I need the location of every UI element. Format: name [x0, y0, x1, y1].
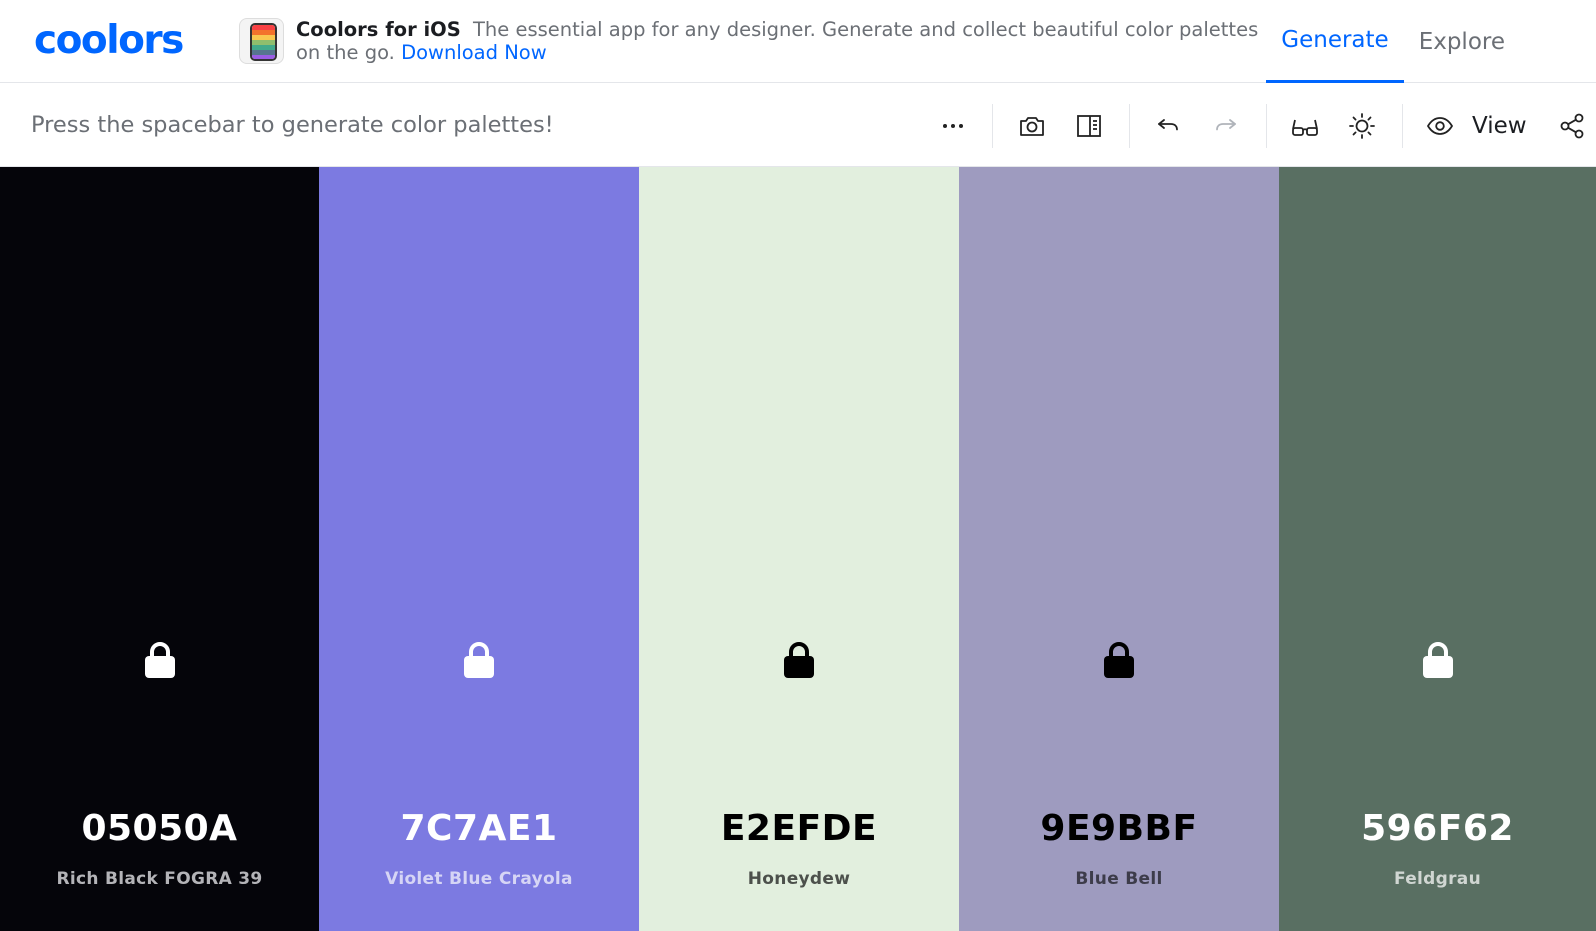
lock-icon[interactable] — [1421, 639, 1455, 679]
toolbar-divider — [992, 104, 993, 148]
split-view-icon — [1077, 115, 1101, 137]
more-icon — [943, 124, 963, 128]
color-swatch[interactable]: 9E9BBF Blue Bell — [959, 167, 1279, 931]
undo-button[interactable] — [1146, 104, 1190, 148]
color-swatch[interactable]: 05050A Rich Black FOGRA 39 — [0, 167, 319, 931]
glasses-icon — [1292, 119, 1318, 136]
share-button[interactable] — [1550, 104, 1594, 148]
adjust-palette-button[interactable] — [1340, 104, 1384, 148]
promo-text: Coolors for iOS The essential app for an… — [296, 18, 1274, 64]
color-swatch[interactable]: 7C7AE1 Violet Blue Crayola — [319, 167, 639, 931]
color-palette: 05050A Rich Black FOGRA 39 7C7AE1 Violet… — [0, 167, 1596, 931]
tab-generate[interactable]: Generate — [1266, 0, 1404, 83]
sun-icon — [1349, 113, 1375, 139]
view-label: View — [1472, 113, 1527, 139]
promo-title: Coolors for iOS — [296, 18, 461, 41]
lock-icon[interactable] — [462, 639, 496, 679]
camera-icon — [1020, 117, 1044, 136]
toolbar-divider — [1266, 104, 1267, 148]
split-view-button[interactable] — [1067, 104, 1111, 148]
toolbar-divider — [1129, 104, 1130, 148]
redo-icon — [1216, 119, 1236, 131]
lock-icon[interactable] — [143, 639, 177, 679]
coolors-logo[interactable]: coolors — [34, 21, 184, 60]
share-icon — [1560, 113, 1584, 139]
toolbar-divider — [1402, 104, 1403, 148]
download-now-link[interactable]: Download Now — [401, 41, 547, 64]
coolors-ios-app-icon — [239, 18, 284, 64]
color-name: Violet Blue Crayola — [385, 869, 573, 889]
spacebar-hint: Press the spacebar to generate color pal… — [31, 112, 554, 138]
color-swatch[interactable]: E2EFDE Honeydew — [639, 167, 959, 931]
lock-icon[interactable] — [782, 639, 816, 679]
hex-code[interactable]: E2EFDE — [639, 808, 959, 849]
hex-code[interactable]: 596F62 — [1279, 808, 1596, 849]
redo-button[interactable] — [1204, 104, 1248, 148]
palette-toolbar: Press the spacebar to generate color pal… — [0, 84, 1596, 167]
camera-button[interactable] — [1010, 104, 1054, 148]
nav-tabs: Generate Explore — [1266, 0, 1520, 83]
lock-icon[interactable] — [1102, 639, 1136, 679]
eye-icon — [1427, 117, 1453, 135]
top-navbar: coolors Coolors for iOS The essential ap… — [0, 0, 1596, 83]
view-button[interactable]: View — [1425, 104, 1527, 148]
tab-explore[interactable]: Explore — [1404, 0, 1520, 83]
hex-code[interactable]: 05050A — [0, 808, 319, 849]
undo-icon — [1158, 119, 1178, 131]
hex-code[interactable]: 9E9BBF — [959, 808, 1279, 849]
color-name: Honeydew — [747, 869, 851, 889]
color-name: Rich Black FOGRA 39 — [56, 869, 263, 889]
hex-code[interactable]: 7C7AE1 — [319, 808, 639, 849]
more-options-button[interactable] — [931, 104, 975, 148]
color-swatch[interactable]: 596F62 Feldgrau — [1279, 167, 1596, 931]
quick-view-button[interactable] — [1283, 104, 1327, 148]
ios-app-promo: Coolors for iOS The essential app for an… — [239, 18, 1274, 64]
color-name: Blue Bell — [1075, 869, 1163, 889]
color-name: Feldgrau — [1394, 869, 1481, 889]
